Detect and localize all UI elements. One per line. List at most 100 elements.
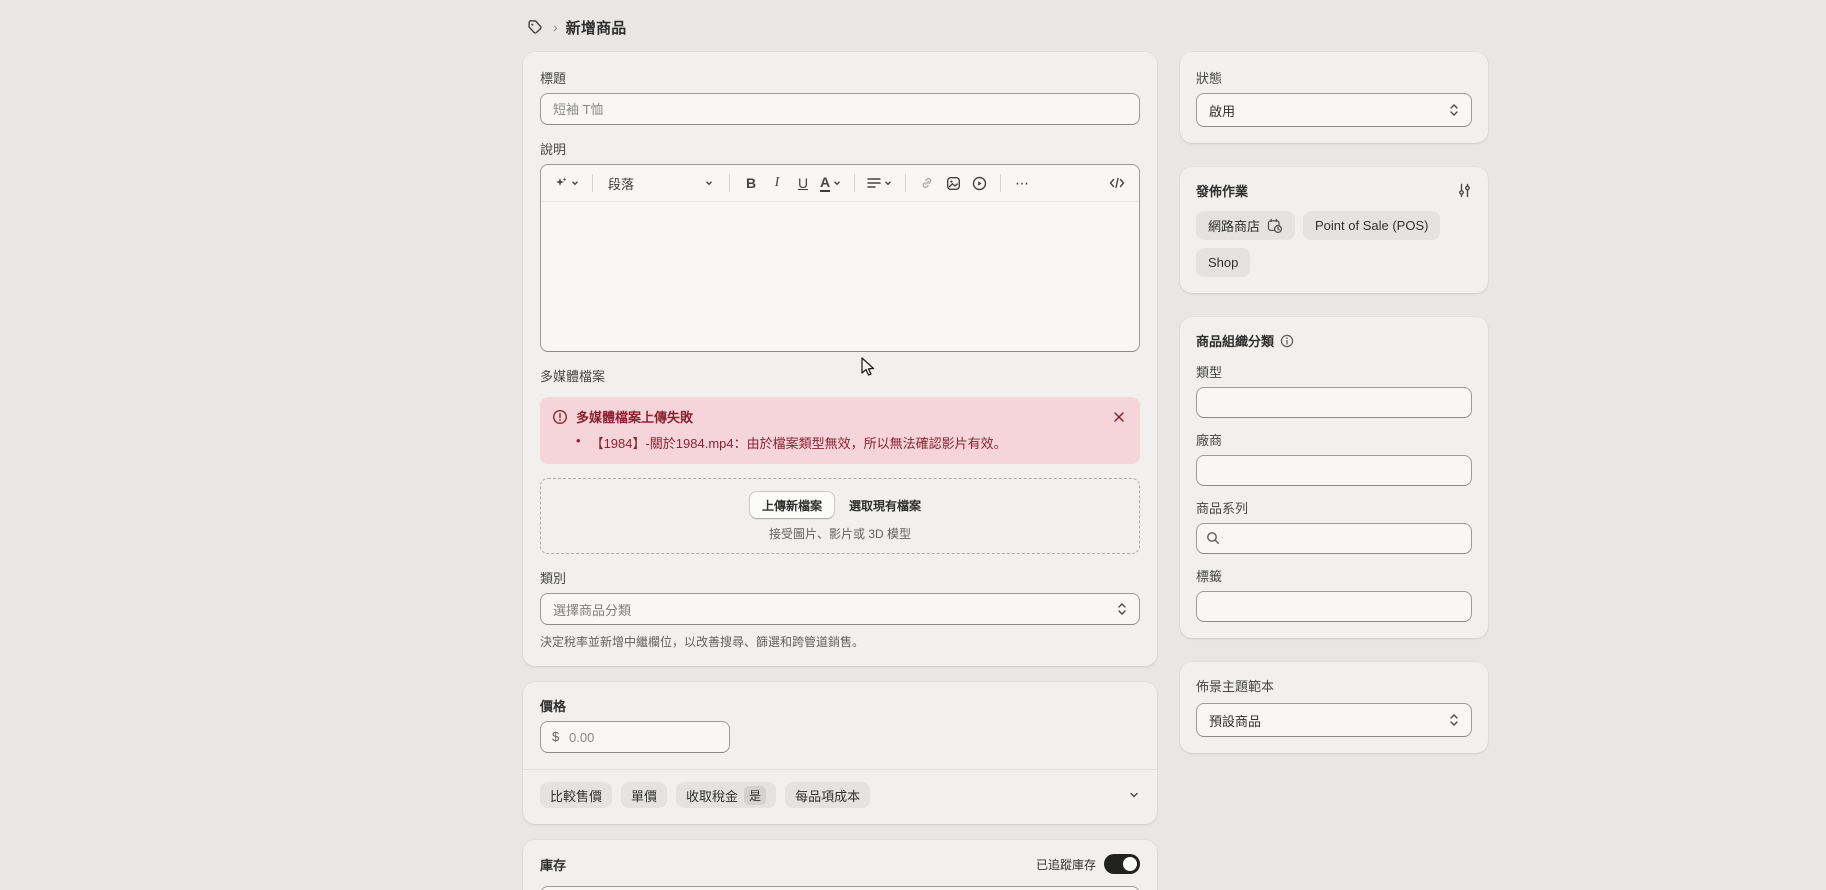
compare-at-price-chip[interactable]: 比較售價 — [540, 782, 612, 808]
alignment-button[interactable] — [864, 170, 896, 196]
tax-value-badge: 是 — [744, 786, 766, 805]
organization-title: 商品組織分類 — [1196, 331, 1274, 350]
vendor-input[interactable] — [1196, 455, 1472, 486]
error-detail: 【1984】-關於1984.mp4：由於檔案類型無效，所以無法確認影片有效。 — [576, 433, 1128, 452]
error-title: 多媒體檔案上傳失敗 — [576, 407, 1102, 426]
vendor-label: 廠商 — [1196, 430, 1472, 449]
toolbar-divider — [729, 174, 730, 192]
pricing-title: 價格 — [540, 696, 1140, 715]
dismiss-error-button[interactable] — [1110, 408, 1128, 426]
select-updown-icon — [1117, 602, 1127, 616]
breadcrumb-separator: › — [553, 19, 558, 35]
search-icon — [1206, 531, 1220, 545]
track-inventory-toggle[interactable] — [1104, 854, 1140, 874]
more-options-button[interactable]: ⋯ — [1010, 170, 1034, 196]
chevron-down-icon — [570, 178, 580, 188]
theme-template-card: 佈景主題範本 預設商品 — [1180, 662, 1488, 753]
page-title: 新增商品 — [566, 17, 627, 38]
magic-ai-button[interactable] — [551, 170, 583, 196]
currency-prefix: $ — [552, 729, 559, 744]
product-tag-icon — [526, 19, 543, 36]
status-label: 狀態 — [1196, 68, 1472, 87]
product-details-card: 標題 說明 — [523, 52, 1157, 666]
chevron-down-icon — [883, 178, 893, 188]
status-select[interactable]: 啟用 — [1196, 93, 1472, 127]
video-icon — [972, 176, 987, 191]
select-existing-file-button[interactable]: 選取現有檔案 — [839, 491, 931, 519]
editor-toolbar: 段落 B I U A — [541, 165, 1139, 202]
divider — [523, 769, 1157, 770]
category-label: 類別 — [540, 568, 1140, 587]
inventory-field-partial[interactable] — [540, 886, 1140, 890]
breadcrumb: › 新增商品 — [523, 14, 1493, 40]
insert-video-button[interactable] — [967, 170, 991, 196]
bold-button[interactable]: B — [739, 170, 763, 196]
theme-template-title: 佈景主題範本 — [1196, 676, 1472, 695]
sliders-icon — [1457, 183, 1472, 198]
chevron-down-icon — [704, 178, 714, 188]
media-label: 多媒體檔案 — [540, 366, 1140, 385]
paragraph-style-button[interactable]: 段落 — [602, 170, 720, 196]
insert-image-button[interactable] — [941, 170, 965, 196]
channel-pos[interactable]: Point of Sale (POS) — [1303, 211, 1440, 240]
ellipsis-icon: ⋯ — [1015, 175, 1029, 192]
type-label: 類型 — [1196, 362, 1472, 381]
toolbar-divider — [1000, 174, 1001, 192]
close-icon — [1113, 411, 1125, 423]
title-label: 標題 — [540, 68, 1140, 87]
title-input[interactable] — [540, 93, 1140, 125]
manage-publishing-button[interactable] — [1457, 183, 1472, 198]
category-select[interactable]: 選擇商品分類 — [540, 593, 1140, 625]
select-updown-icon — [1449, 103, 1459, 117]
calendar-clock-icon — [1267, 218, 1283, 234]
tags-label: 標籤 — [1196, 566, 1472, 585]
toolbar-divider — [592, 174, 593, 192]
sales-channels: 網路商店 Point of Sale (POS) Shop — [1196, 211, 1472, 277]
dropzone-hint: 接受圖片、影片或 3D 模型 — [551, 525, 1129, 542]
info-icon[interactable] — [1280, 334, 1294, 348]
channel-shop[interactable]: Shop — [1196, 248, 1250, 277]
text-color-button[interactable]: A — [817, 170, 845, 196]
media-upload-error-banner: 多媒體檔案上傳失敗 【1984】-關於1984.mp4：由於檔案類型無效，所以無… — [540, 397, 1140, 464]
theme-template-select[interactable]: 預設商品 — [1196, 703, 1472, 737]
toolbar-divider — [854, 174, 855, 192]
description-textarea[interactable] — [541, 202, 1139, 351]
publishing-card: 發佈作業 網路商店 Point of Sa — [1180, 167, 1488, 293]
products-breadcrumb-button[interactable] — [523, 16, 545, 38]
chevron-down-icon — [832, 178, 842, 188]
pricing-card: 價格 $ 比較售價 單價 收取稅金 是 — [523, 682, 1157, 824]
collections-input[interactable] — [1196, 523, 1472, 554]
select-updown-icon — [1449, 713, 1459, 727]
link-button[interactable] — [915, 170, 939, 196]
toolbar-divider — [905, 174, 906, 192]
channel-online-store[interactable]: 網路商店 — [1196, 211, 1295, 240]
media-dropzone[interactable]: 上傳新檔案 選取現有檔案 接受圖片、影片或 3D 模型 — [540, 478, 1140, 554]
align-left-icon — [867, 177, 881, 189]
underline-button[interactable]: U — [791, 170, 815, 196]
price-input[interactable] — [540, 721, 730, 753]
tags-input[interactable] — [1196, 591, 1472, 622]
status-card: 狀態 啟用 — [1180, 52, 1488, 143]
toggle-knob — [1123, 857, 1137, 871]
unit-price-chip[interactable]: 單價 — [621, 782, 667, 808]
inventory-tracked-label: 已追蹤庫存 — [1036, 856, 1096, 873]
show-html-button[interactable] — [1105, 170, 1129, 196]
expand-price-options-button[interactable] — [1128, 789, 1140, 801]
type-input[interactable] — [1196, 387, 1472, 418]
charge-tax-chip[interactable]: 收取稅金 是 — [676, 782, 776, 808]
alert-icon — [552, 409, 568, 425]
upload-new-file-button[interactable]: 上傳新檔案 — [749, 491, 835, 519]
description-editor: 段落 B I U A — [540, 164, 1140, 352]
organization-card: 商品組織分類 類型 廠商 商品系列 — [1180, 317, 1488, 638]
description-label: 說明 — [540, 139, 1140, 158]
price-options-row: 比較售價 單價 收取稅金 是 每品項成本 — [540, 782, 1140, 808]
cost-per-item-chip[interactable]: 每品項成本 — [785, 782, 870, 808]
category-help-text: 決定稅率並新增中繼欄位，以改善搜尋、篩選和跨管道銷售。 — [540, 633, 1140, 650]
inventory-card: 庫存 已追蹤庫存 — [523, 840, 1157, 890]
code-icon — [1109, 177, 1125, 189]
publishing-title: 發佈作業 — [1196, 181, 1248, 200]
inventory-title: 庫存 — [540, 855, 566, 874]
add-product-page: › 新增商品 標題 說明 — [523, 14, 1493, 890]
image-icon — [946, 176, 961, 191]
italic-button[interactable]: I — [765, 170, 789, 196]
